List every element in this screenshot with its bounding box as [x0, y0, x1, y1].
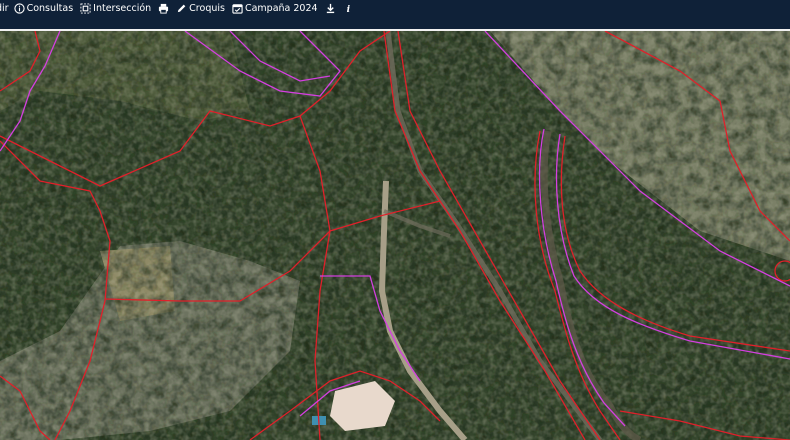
calendar-check-icon	[232, 3, 243, 14]
print-button[interactable]	[158, 3, 169, 14]
printer-icon	[158, 3, 169, 14]
aerial-map[interactable]	[0, 31, 790, 440]
intersect-icon	[80, 3, 91, 14]
map-toolbar: dir Consultas Intersección Croquis Campa…	[0, 0, 790, 17]
info-button[interactable]: i	[343, 3, 354, 14]
download-button[interactable]	[325, 3, 336, 14]
download-icon	[325, 3, 336, 14]
svg-text:i: i	[346, 4, 350, 14]
add-tool-button[interactable]: dir	[0, 3, 9, 14]
info-icon: i	[343, 3, 354, 14]
interseccion-button[interactable]: Intersección	[80, 3, 151, 14]
map-canvas[interactable]	[0, 31, 790, 440]
croquis-label: Croquis	[189, 3, 225, 14]
campana-button[interactable]: Campaña 2024	[232, 3, 318, 14]
interseccion-label: Intersección	[93, 3, 152, 14]
campana-label: Campaña 2024	[244, 3, 318, 14]
add-tool-label: dir	[0, 3, 9, 14]
pencil-icon	[176, 3, 187, 14]
info-circle-icon	[13, 3, 25, 14]
consultas-button[interactable]: Consultas	[13, 3, 74, 14]
consultas-label: Consultas	[26, 3, 74, 14]
croquis-button[interactable]: Croquis	[176, 3, 225, 14]
